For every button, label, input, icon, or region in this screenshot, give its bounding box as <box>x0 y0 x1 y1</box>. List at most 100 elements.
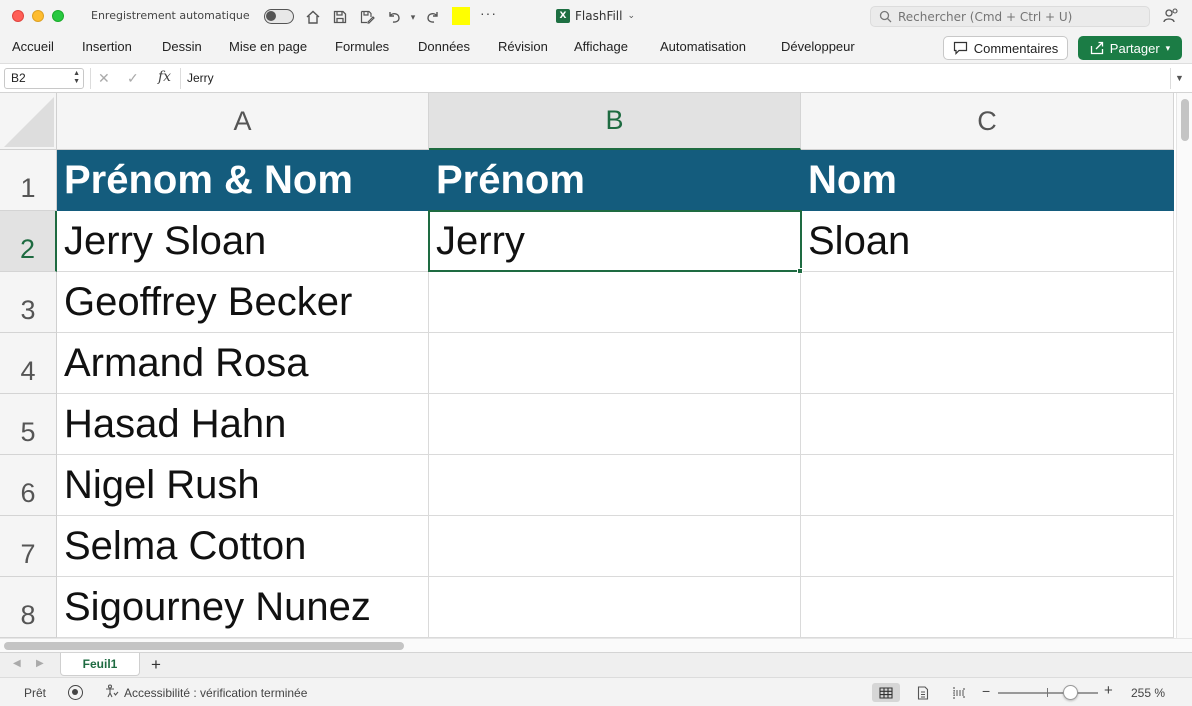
add-sheet-button[interactable]: + <box>151 655 161 675</box>
record-macro-icon[interactable] <box>68 685 83 700</box>
save-as-icon[interactable] <box>357 7 377 27</box>
page-break-view-button[interactable] <box>945 683 973 702</box>
row-header-1[interactable]: 1 <box>0 150 57 211</box>
cell-a8[interactable]: Sigourney Nunez <box>57 577 429 638</box>
search-icon <box>879 10 892 23</box>
tab-developpeur[interactable]: Développeur <box>781 39 855 54</box>
document-title[interactable]: X FlashFill ⌄ <box>556 9 635 23</box>
tab-formules[interactable]: Formules <box>335 39 389 54</box>
cell-c1[interactable]: Nom <box>801 150 1174 211</box>
cell-a2[interactable]: Jerry Sloan <box>57 211 429 272</box>
zoom-slider-handle[interactable] <box>1063 685 1078 700</box>
sheet-tab-bar: ◀ ▶ Feuil1 + <box>0 652 1192 677</box>
window-minimize-button[interactable] <box>32 10 44 22</box>
tab-dessin[interactable]: Dessin <box>162 39 202 54</box>
cell-b6[interactable] <box>429 455 801 516</box>
confirm-icon[interactable]: ✓ <box>127 70 139 87</box>
tab-affichage[interactable]: Affichage <box>574 39 628 54</box>
row-header-4[interactable]: 4 <box>0 333 57 394</box>
cell-c8[interactable] <box>801 577 1174 638</box>
previous-sheet-icon[interactable]: ◀ <box>13 658 21 669</box>
row-header-8[interactable]: 8 <box>0 577 57 638</box>
cell-b1[interactable]: Prénom <box>429 150 801 211</box>
share-button[interactable]: Partager ▾ <box>1078 36 1182 60</box>
formula-bar: B2 ▲ ▼ ✕ ✓ fx Jerry ▼ <box>0 64 1192 93</box>
chevron-down-icon: ⌄ <box>627 11 636 21</box>
vertical-scroll-thumb[interactable] <box>1181 99 1189 141</box>
insert-function-icon[interactable]: fx <box>158 69 171 85</box>
name-box[interactable]: B2 ▲ ▼ <box>4 68 84 89</box>
tab-insertion[interactable]: Insertion <box>82 39 132 54</box>
tab-automatisation[interactable]: Automatisation <box>660 39 746 54</box>
tab-mise-en-page[interactable]: Mise en page <box>229 39 307 54</box>
zoom-level[interactable]: 255 % <box>1131 686 1165 700</box>
column-header-b[interactable]: B <box>429 93 801 150</box>
cell-a4[interactable]: Armand Rosa <box>57 333 429 394</box>
cell-c3[interactable] <box>801 272 1174 333</box>
share-people-icon[interactable] <box>1162 7 1180 30</box>
page-layout-view-button[interactable] <box>909 683 937 702</box>
cell-c4[interactable] <box>801 333 1174 394</box>
redo-icon[interactable] <box>423 7 443 27</box>
undo-icon[interactable] <box>384 7 404 27</box>
tab-revision[interactable]: Révision <box>498 39 548 54</box>
horizontal-scrollbar[interactable] <box>0 638 1192 652</box>
ribbon-tabs: Accueil Insertion Dessin Mise en page Fo… <box>0 33 1192 64</box>
row-header-2[interactable]: 2 <box>0 211 57 272</box>
status-bar: Prêt Accessibilité : vérification termin… <box>0 677 1192 706</box>
expand-formula-bar-icon[interactable]: ▼ <box>1170 68 1188 89</box>
search-box[interactable] <box>870 6 1150 27</box>
cell-b8[interactable] <box>429 577 801 638</box>
undo-dropdown-icon[interactable]: ▾ <box>403 7 423 27</box>
cell-a5[interactable]: Hasad Hahn <box>57 394 429 455</box>
cancel-icon[interactable]: ✕ <box>98 70 110 87</box>
cell-b2[interactable]: Jerry <box>429 211 801 272</box>
column-header-a[interactable]: A <box>57 93 429 150</box>
row-header-3[interactable]: 3 <box>0 272 57 333</box>
window-maximize-button[interactable] <box>52 10 64 22</box>
spreadsheet-grid: A B C 1 2 3 4 5 6 7 8 Prénom & Nom Préno… <box>0 93 1176 638</box>
home-icon[interactable] <box>303 7 323 27</box>
cell-a6[interactable]: Nigel Rush <box>57 455 429 516</box>
row-header-6[interactable]: 6 <box>0 455 57 516</box>
cell-b5[interactable] <box>429 394 801 455</box>
sheet-tab-feuil1[interactable]: Feuil1 <box>60 653 140 676</box>
cell-c6[interactable] <box>801 455 1174 516</box>
cell-b4[interactable] <box>429 333 801 394</box>
cell-a1[interactable]: Prénom & Nom <box>57 150 429 211</box>
zoom-out-button[interactable]: − <box>982 683 990 699</box>
tab-accueil[interactable]: Accueil <box>12 39 54 54</box>
tab-donnees[interactable]: Données <box>418 39 470 54</box>
accessibility-status[interactable]: Accessibilité : vérification terminée <box>124 686 307 700</box>
row-header-5[interactable]: 5 <box>0 394 57 455</box>
cell-a7[interactable]: Selma Cotton <box>57 516 429 577</box>
autosave-toggle[interactable] <box>264 9 294 24</box>
zoom-in-button[interactable]: + <box>1104 682 1113 699</box>
vertical-scrollbar[interactable] <box>1176 93 1192 638</box>
cell-c2[interactable]: Sloan <box>801 211 1174 272</box>
next-sheet-icon[interactable]: ▶ <box>36 658 44 669</box>
highlight-color-icon[interactable] <box>452 7 470 25</box>
cell-b7[interactable] <box>429 516 801 577</box>
cell-b3[interactable] <box>429 272 801 333</box>
column-header-c[interactable]: C <box>801 93 1174 150</box>
ready-status: Prêt <box>24 686 47 700</box>
window-close-button[interactable] <box>12 10 24 22</box>
accessibility-icon[interactable] <box>105 684 119 701</box>
comments-button[interactable]: Commentaires <box>943 36 1068 60</box>
name-box-stepper-icon[interactable]: ▲ ▼ <box>73 70 80 86</box>
cell-c5[interactable] <box>801 394 1174 455</box>
search-input[interactable] <box>898 9 1138 24</box>
zoom-slider-midpoint <box>1047 688 1048 697</box>
more-options-icon[interactable]: ··· <box>480 5 497 21</box>
normal-view-button[interactable] <box>872 683 900 702</box>
row-header-7[interactable]: 7 <box>0 516 57 577</box>
horizontal-scroll-thumb[interactable] <box>4 642 404 650</box>
formula-input[interactable]: Jerry <box>187 71 214 85</box>
cell-a3[interactable]: Geoffrey Becker <box>57 272 429 333</box>
cell-c7[interactable] <box>801 516 1174 577</box>
select-all-corner[interactable] <box>0 93 57 150</box>
fill-handle[interactable] <box>797 268 803 274</box>
zoom-slider[interactable] <box>998 692 1098 694</box>
save-icon[interactable] <box>330 7 350 27</box>
